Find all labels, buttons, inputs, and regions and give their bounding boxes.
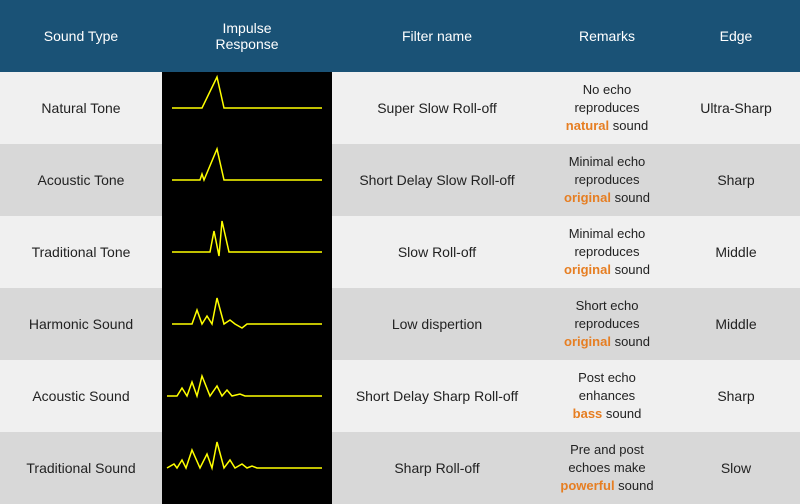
waveform-svg	[162, 360, 332, 432]
edge-cell: Ultra-Sharp	[672, 72, 800, 144]
remark-line3: sound	[611, 262, 650, 277]
col-filter: Filter name	[332, 0, 542, 72]
sound-type-cell: Traditional Sound	[0, 432, 162, 504]
highlight-word: powerful	[560, 478, 614, 493]
filter-name-cell: Super Slow Roll-off	[332, 72, 542, 144]
sound-type-cell: Acoustic Sound	[0, 360, 162, 432]
table-row: Acoustic ToneShort Delay Slow Roll-offMi…	[0, 144, 800, 216]
table-row: Natural ToneSuper Slow Roll-offNo echo r…	[0, 72, 800, 144]
highlight-word: original	[564, 262, 611, 277]
sound-type-cell: Natural Tone	[0, 72, 162, 144]
filter-name-cell: Short Delay Sharp Roll-off	[332, 360, 542, 432]
remark-line3: sound	[615, 478, 654, 493]
sound-type-cell: Traditional Tone	[0, 216, 162, 288]
waveform-cell	[162, 360, 332, 432]
highlight-word: bass	[573, 406, 603, 421]
col-remarks: Remarks	[542, 0, 672, 72]
remark-line1: Pre and post echoes make	[568, 442, 645, 475]
waveform-cell	[162, 432, 332, 504]
waveform-svg	[162, 72, 332, 144]
remarks-cell: Minimal echo reproduces original sound	[542, 216, 672, 288]
filter-name-cell: Low dispertion	[332, 288, 542, 360]
remark-line1: Minimal echo reproduces	[569, 226, 646, 259]
waveform-cell	[162, 216, 332, 288]
edge-cell: Sharp	[672, 360, 800, 432]
filter-name-cell: Short Delay Slow Roll-off	[332, 144, 542, 216]
table-row: Harmonic SoundLow dispertionShort echo r…	[0, 288, 800, 360]
remark-line1: No echo reproduces	[574, 82, 639, 115]
waveform-cell	[162, 72, 332, 144]
edge-cell: Sharp	[672, 144, 800, 216]
table-row: Traditional ToneSlow Roll-offMinimal ech…	[0, 216, 800, 288]
edge-cell: Middle	[672, 216, 800, 288]
waveform-svg	[162, 432, 332, 504]
highlight-word: original	[564, 334, 611, 349]
remarks-cell: Minimal echo reproduces original sound	[542, 144, 672, 216]
col-sound-type: Sound Type	[0, 0, 162, 72]
remark-line3: sound	[611, 190, 650, 205]
highlight-word: natural	[566, 118, 609, 133]
waveform-svg	[162, 144, 332, 216]
col-impulse: ImpulseResponse	[162, 0, 332, 72]
table-row: Acoustic Sound Short Delay Sharp Roll-off…	[0, 360, 800, 432]
edge-cell: Slow	[672, 432, 800, 504]
highlight-word: original	[564, 190, 611, 205]
table-body: Natural ToneSuper Slow Roll-offNo echo r…	[0, 72, 800, 504]
header-row: Sound Type ImpulseResponse Filter name R…	[0, 0, 800, 72]
remarks-cell: Post echo enhances bass sound	[542, 360, 672, 432]
waveform-cell	[162, 288, 332, 360]
remark-line1: Minimal echo reproduces	[569, 154, 646, 187]
table-row: Traditional SoundSharp Roll-offPre and p…	[0, 432, 800, 504]
waveform-svg	[162, 216, 332, 288]
remarks-cell: No echo reproduces natural sound	[542, 72, 672, 144]
remark-line1: Post echo enhances	[578, 370, 636, 403]
remark-line3: sound	[602, 406, 641, 421]
remark-line3: sound	[609, 118, 648, 133]
remarks-cell: Short echo reproduces original sound	[542, 288, 672, 360]
main-table: Sound Type ImpulseResponse Filter name R…	[0, 0, 800, 504]
waveform-cell	[162, 144, 332, 216]
filter-name-cell: Sharp Roll-off	[332, 432, 542, 504]
filter-name-cell: Slow Roll-off	[332, 216, 542, 288]
sound-type-cell: Acoustic Tone	[0, 144, 162, 216]
waveform-svg	[162, 288, 332, 360]
remarks-cell: Pre and post echoes make powerful sound	[542, 432, 672, 504]
edge-cell: Middle	[672, 288, 800, 360]
remark-line3: sound	[611, 334, 650, 349]
remark-line1: Short echo reproduces	[574, 298, 639, 331]
col-edge: Edge	[672, 0, 800, 72]
sound-type-cell: Harmonic Sound	[0, 288, 162, 360]
